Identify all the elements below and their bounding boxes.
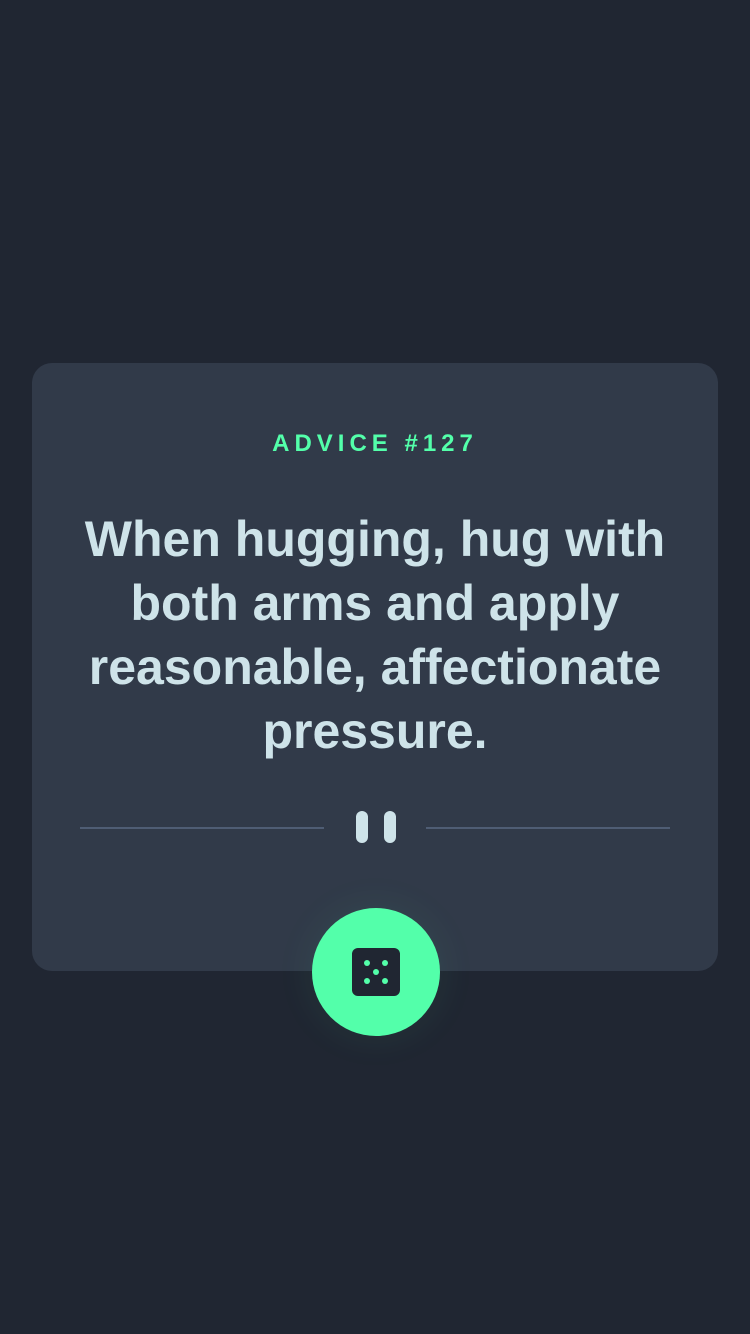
pattern-divider <box>80 809 670 845</box>
advice-quote: When hugging, hug with both arms and app… <box>84 511 666 759</box>
dice-icon <box>352 948 400 996</box>
pause-icon <box>356 811 396 843</box>
app-screen: ADVICE #127 When hugging, hug with both … <box>0 0 750 1334</box>
new-advice-button[interactable] <box>312 908 440 1036</box>
divider-line-left <box>80 827 324 829</box>
pause-bar-right <box>384 811 396 843</box>
divider-line-right <box>426 827 670 829</box>
advice-card: ADVICE #127 When hugging, hug with both … <box>32 363 718 971</box>
pause-bar-left <box>356 811 368 843</box>
advice-number: ADVICE #127 <box>272 430 478 457</box>
